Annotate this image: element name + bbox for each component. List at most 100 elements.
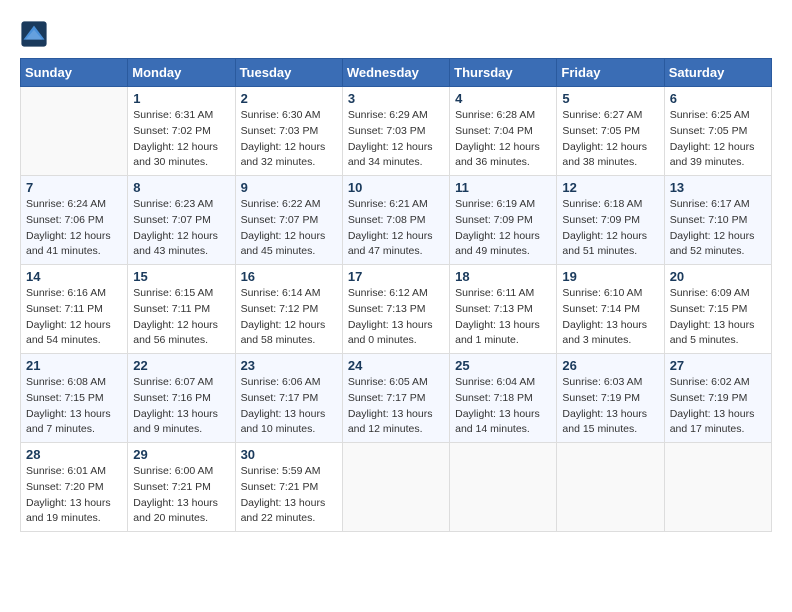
calendar-cell: 30 Sunrise: 5:59 AMSunset: 7:21 PMDayligh… xyxy=(235,443,342,532)
day-number: 20 xyxy=(670,269,766,284)
day-number: 11 xyxy=(455,180,551,195)
day-number: 12 xyxy=(562,180,658,195)
day-info: Sunrise: 6:28 AMSunset: 7:04 PMDaylight:… xyxy=(455,108,551,171)
week-row-5: 28 Sunrise: 6:01 AMSunset: 7:20 PMDayligh… xyxy=(21,443,772,532)
day-number: 29 xyxy=(133,447,229,462)
day-number: 16 xyxy=(241,269,337,284)
calendar-cell: 18 Sunrise: 6:11 AMSunset: 7:13 PMDayligh… xyxy=(450,265,557,354)
day-info: Sunrise: 6:05 AMSunset: 7:17 PMDaylight:… xyxy=(348,375,444,438)
day-number: 13 xyxy=(670,180,766,195)
day-number: 27 xyxy=(670,358,766,373)
day-info: Sunrise: 6:14 AMSunset: 7:12 PMDaylight:… xyxy=(241,286,337,349)
calendar-cell: 25 Sunrise: 6:04 AMSunset: 7:18 PMDayligh… xyxy=(450,354,557,443)
day-info: Sunrise: 6:09 AMSunset: 7:15 PMDaylight:… xyxy=(670,286,766,349)
calendar-cell: 15 Sunrise: 6:15 AMSunset: 7:11 PMDayligh… xyxy=(128,265,235,354)
day-info: Sunrise: 6:15 AMSunset: 7:11 PMDaylight:… xyxy=(133,286,229,349)
day-info: Sunrise: 6:04 AMSunset: 7:18 PMDaylight:… xyxy=(455,375,551,438)
calendar-cell: 21 Sunrise: 6:08 AMSunset: 7:15 PMDayligh… xyxy=(21,354,128,443)
calendar-cell xyxy=(342,443,449,532)
day-number: 4 xyxy=(455,91,551,106)
week-row-3: 14 Sunrise: 6:16 AMSunset: 7:11 PMDayligh… xyxy=(21,265,772,354)
day-number: 8 xyxy=(133,180,229,195)
day-info: Sunrise: 6:08 AMSunset: 7:15 PMDaylight:… xyxy=(26,375,122,438)
calendar-cell: 8 Sunrise: 6:23 AMSunset: 7:07 PMDaylight… xyxy=(128,176,235,265)
calendar-cell: 5 Sunrise: 6:27 AMSunset: 7:05 PMDaylight… xyxy=(557,87,664,176)
week-row-1: 1 Sunrise: 6:31 AMSunset: 7:02 PMDaylight… xyxy=(21,87,772,176)
day-number: 7 xyxy=(26,180,122,195)
logo-icon xyxy=(20,20,48,48)
day-info: Sunrise: 6:17 AMSunset: 7:10 PMDaylight:… xyxy=(670,197,766,260)
day-number: 9 xyxy=(241,180,337,195)
day-info: Sunrise: 6:11 AMSunset: 7:13 PMDaylight:… xyxy=(455,286,551,349)
day-info: Sunrise: 6:07 AMSunset: 7:16 PMDaylight:… xyxy=(133,375,229,438)
day-number: 10 xyxy=(348,180,444,195)
weekday-header-monday: Monday xyxy=(128,59,235,87)
day-number: 18 xyxy=(455,269,551,284)
day-number: 6 xyxy=(670,91,766,106)
week-row-2: 7Sunrise: 6:24 AMSunset: 7:06 PMDaylight… xyxy=(21,176,772,265)
day-info: Sunrise: 6:31 AMSunset: 7:02 PMDaylight:… xyxy=(133,108,229,171)
day-number: 25 xyxy=(455,358,551,373)
day-info: Sunrise: 6:23 AMSunset: 7:07 PMDaylight:… xyxy=(133,197,229,260)
calendar-cell: 17Sunrise: 6:12 AMSunset: 7:13 PMDayligh… xyxy=(342,265,449,354)
weekday-header-row: SundayMondayTuesdayWednesdayThursdayFrid… xyxy=(21,59,772,87)
day-info: Sunrise: 6:16 AMSunset: 7:11 PMDaylight:… xyxy=(26,286,122,349)
weekday-header-friday: Friday xyxy=(557,59,664,87)
calendar-cell xyxy=(450,443,557,532)
day-info: Sunrise: 5:59 AMSunset: 7:21 PMDaylight:… xyxy=(241,464,337,527)
day-info: Sunrise: 6:27 AMSunset: 7:05 PMDaylight:… xyxy=(562,108,658,171)
day-info: Sunrise: 6:21 AMSunset: 7:08 PMDaylight:… xyxy=(348,197,444,260)
day-number: 28 xyxy=(26,447,122,462)
week-row-4: 21 Sunrise: 6:08 AMSunset: 7:15 PMDayligh… xyxy=(21,354,772,443)
calendar-cell xyxy=(664,443,771,532)
day-info: Sunrise: 6:19 AMSunset: 7:09 PMDaylight:… xyxy=(455,197,551,260)
calendar-cell: 24 Sunrise: 6:05 AMSunset: 7:17 PMDayligh… xyxy=(342,354,449,443)
weekday-header-tuesday: Tuesday xyxy=(235,59,342,87)
calendar-cell: 6 Sunrise: 6:25 AMSunset: 7:05 PMDaylight… xyxy=(664,87,771,176)
weekday-header-thursday: Thursday xyxy=(450,59,557,87)
day-info: Sunrise: 6:30 AMSunset: 7:03 PMDaylight:… xyxy=(241,108,337,171)
day-number: 23 xyxy=(241,358,337,373)
calendar-cell: 13 Sunrise: 6:17 AMSunset: 7:10 PMDayligh… xyxy=(664,176,771,265)
calendar-cell: 29 Sunrise: 6:00 AMSunset: 7:21 PMDayligh… xyxy=(128,443,235,532)
weekday-header-saturday: Saturday xyxy=(664,59,771,87)
calendar-cell: 11 Sunrise: 6:19 AMSunset: 7:09 PMDayligh… xyxy=(450,176,557,265)
calendar-cell: 1 Sunrise: 6:31 AMSunset: 7:02 PMDaylight… xyxy=(128,87,235,176)
day-number: 15 xyxy=(133,269,229,284)
day-info: Sunrise: 6:10 AMSunset: 7:14 PMDaylight:… xyxy=(562,286,658,349)
day-number: 3 xyxy=(348,91,444,106)
calendar-cell: 19 Sunrise: 6:10 AMSunset: 7:14 PMDayligh… xyxy=(557,265,664,354)
day-info: Sunrise: 6:00 AMSunset: 7:21 PMDaylight:… xyxy=(133,464,229,527)
calendar-cell: 7Sunrise: 6:24 AMSunset: 7:06 PMDaylight… xyxy=(21,176,128,265)
day-info: Sunrise: 6:22 AMSunset: 7:07 PMDaylight:… xyxy=(241,197,337,260)
weekday-header-wednesday: Wednesday xyxy=(342,59,449,87)
calendar-cell: 23 Sunrise: 6:06 AMSunset: 7:17 PMDayligh… xyxy=(235,354,342,443)
day-number: 26 xyxy=(562,358,658,373)
day-info: Sunrise: 6:25 AMSunset: 7:05 PMDaylight:… xyxy=(670,108,766,171)
day-number: 1 xyxy=(133,91,229,106)
day-number: 30 xyxy=(241,447,337,462)
day-info: Sunrise: 6:12 AMSunset: 7:13 PMDaylight:… xyxy=(348,286,444,349)
day-number: 5 xyxy=(562,91,658,106)
calendar-cell: 16 Sunrise: 6:14 AMSunset: 7:12 PMDayligh… xyxy=(235,265,342,354)
calendar-cell: 10 Sunrise: 6:21 AMSunset: 7:08 PMDayligh… xyxy=(342,176,449,265)
calendar-cell: 4 Sunrise: 6:28 AMSunset: 7:04 PMDaylight… xyxy=(450,87,557,176)
calendar-cell: 20 Sunrise: 6:09 AMSunset: 7:15 PMDayligh… xyxy=(664,265,771,354)
calendar-cell: 14 Sunrise: 6:16 AMSunset: 7:11 PMDayligh… xyxy=(21,265,128,354)
day-number: 24 xyxy=(348,358,444,373)
calendar-cell: 28 Sunrise: 6:01 AMSunset: 7:20 PMDayligh… xyxy=(21,443,128,532)
day-info: Sunrise: 6:01 AMSunset: 7:20 PMDaylight:… xyxy=(26,464,122,527)
day-number: 21 xyxy=(26,358,122,373)
calendar-cell: 22Sunrise: 6:07 AMSunset: 7:16 PMDayligh… xyxy=(128,354,235,443)
calendar-cell: 26Sunrise: 6:03 AMSunset: 7:19 PMDayligh… xyxy=(557,354,664,443)
header xyxy=(20,20,772,48)
calendar-cell: 2Sunrise: 6:30 AMSunset: 7:03 PMDaylight… xyxy=(235,87,342,176)
day-number: 19 xyxy=(562,269,658,284)
day-number: 14 xyxy=(26,269,122,284)
logo xyxy=(20,20,54,48)
calendar-cell: 9 Sunrise: 6:22 AMSunset: 7:07 PMDaylight… xyxy=(235,176,342,265)
day-info: Sunrise: 6:06 AMSunset: 7:17 PMDaylight:… xyxy=(241,375,337,438)
calendar-cell: 27 Sunrise: 6:02 AMSunset: 7:19 PMDayligh… xyxy=(664,354,771,443)
calendar-cell xyxy=(21,87,128,176)
day-info: Sunrise: 6:02 AMSunset: 7:19 PMDaylight:… xyxy=(670,375,766,438)
